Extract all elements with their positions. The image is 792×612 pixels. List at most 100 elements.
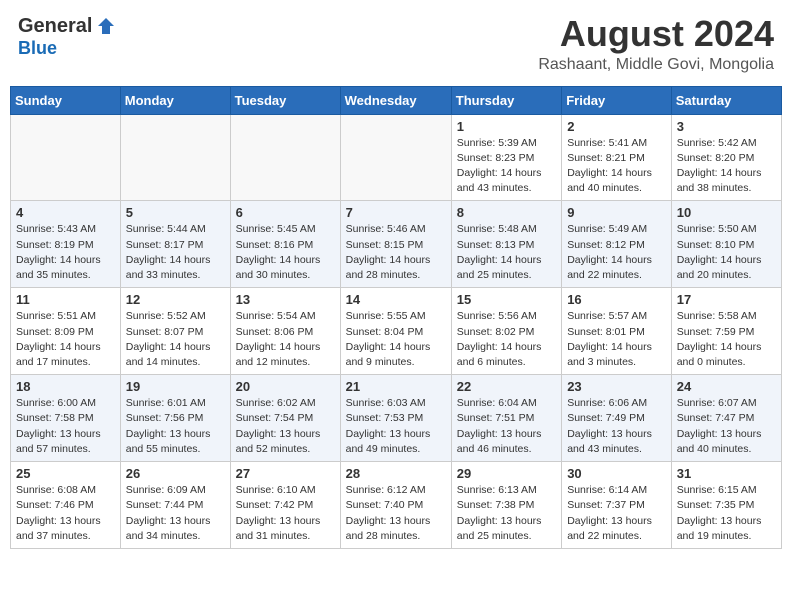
day-info-line: and 57 minutes. (16, 442, 115, 457)
day-info-line: Daylight: 14 hours (16, 253, 115, 268)
day-info-line: and 35 minutes. (16, 268, 115, 283)
day-info-line: and 43 minutes. (457, 181, 556, 196)
day-number: 19 (126, 379, 225, 394)
day-info-line: Daylight: 14 hours (346, 340, 446, 355)
month-title: August 2024 (538, 14, 774, 54)
calendar-week-row: 25Sunrise: 6:08 AMSunset: 7:46 PMDayligh… (11, 462, 782, 549)
day-info-line: and 49 minutes. (346, 442, 446, 457)
day-info-line: and 33 minutes. (126, 268, 225, 283)
day-info-line: Sunrise: 5:57 AM (567, 309, 666, 324)
day-info-line: and 34 minutes. (126, 529, 225, 544)
calendar-cell: 31Sunrise: 6:15 AMSunset: 7:35 PMDayligh… (671, 462, 781, 549)
day-info-line: Daylight: 13 hours (567, 514, 666, 529)
calendar-cell (11, 114, 121, 201)
day-info-line: Sunset: 8:21 PM (567, 151, 666, 166)
day-info-line: Sunset: 8:15 PM (346, 238, 446, 253)
day-number: 11 (16, 292, 115, 307)
calendar-cell: 16Sunrise: 5:57 AMSunset: 8:01 PMDayligh… (562, 288, 672, 375)
calendar-cell: 19Sunrise: 6:01 AMSunset: 7:56 PMDayligh… (120, 375, 230, 462)
day-info-line: and 46 minutes. (457, 442, 556, 457)
day-info-line: Daylight: 13 hours (457, 514, 556, 529)
day-info-line: and 22 minutes. (567, 529, 666, 544)
day-number: 17 (677, 292, 776, 307)
day-info-line: Sunrise: 5:51 AM (16, 309, 115, 324)
calendar-cell: 4Sunrise: 5:43 AMSunset: 8:19 PMDaylight… (11, 201, 121, 288)
day-info-line: Daylight: 13 hours (126, 514, 225, 529)
day-info-line: Sunset: 7:47 PM (677, 411, 776, 426)
calendar-cell: 2Sunrise: 5:41 AMSunset: 8:21 PMDaylight… (562, 114, 672, 201)
day-number: 6 (236, 205, 335, 220)
day-info-line: Daylight: 14 hours (677, 253, 776, 268)
day-info-line: Sunrise: 5:48 AM (457, 222, 556, 237)
day-info-line: Daylight: 14 hours (236, 253, 335, 268)
day-info-line: and 40 minutes. (567, 181, 666, 196)
day-info-line: Daylight: 14 hours (677, 340, 776, 355)
calendar-cell: 13Sunrise: 5:54 AMSunset: 8:06 PMDayligh… (230, 288, 340, 375)
calendar-cell: 25Sunrise: 6:08 AMSunset: 7:46 PMDayligh… (11, 462, 121, 549)
calendar-cell: 8Sunrise: 5:48 AMSunset: 8:13 PMDaylight… (451, 201, 561, 288)
day-info-line: Sunrise: 6:07 AM (677, 396, 776, 411)
day-info-line: and 0 minutes. (677, 355, 776, 370)
calendar-cell: 24Sunrise: 6:07 AMSunset: 7:47 PMDayligh… (671, 375, 781, 462)
calendar-cell: 12Sunrise: 5:52 AMSunset: 8:07 PMDayligh… (120, 288, 230, 375)
day-of-week-header: Monday (120, 86, 230, 114)
calendar-cell: 1Sunrise: 5:39 AMSunset: 8:23 PMDaylight… (451, 114, 561, 201)
day-info-line: Daylight: 13 hours (126, 427, 225, 442)
day-info-line: Sunset: 7:54 PM (236, 411, 335, 426)
calendar-cell: 6 Sunrise: 5:45 AMSunset: 8:16 PMDaylight… (230, 201, 340, 288)
day-info-line: Sunrise: 6:03 AM (346, 396, 446, 411)
location-title: Rashaant, Middle Govi, Mongolia (538, 56, 774, 74)
day-of-week-header: Saturday (671, 86, 781, 114)
day-info-line: Sunset: 7:35 PM (677, 498, 776, 513)
day-of-week-header: Thursday (451, 86, 561, 114)
day-info-line: Daylight: 14 hours (567, 340, 666, 355)
day-number: 8 (457, 205, 556, 220)
day-of-week-header: Tuesday (230, 86, 340, 114)
day-number: 2 (567, 119, 666, 134)
logo-blue-text: Blue (18, 38, 57, 59)
day-info-line: and 30 minutes. (236, 268, 335, 283)
day-info-line: and 9 minutes. (346, 355, 446, 370)
day-info-line: Sunset: 8:19 PM (16, 238, 115, 253)
calendar-cell: 17Sunrise: 5:58 AMSunset: 7:59 PMDayligh… (671, 288, 781, 375)
day-number: 13 (236, 292, 335, 307)
day-info-line: Sunrise: 5:56 AM (457, 309, 556, 324)
day-info-line: and 14 minutes. (126, 355, 225, 370)
day-info-line: Sunset: 7:46 PM (16, 498, 115, 513)
day-number: 5 (126, 205, 225, 220)
day-info-line: Sunrise: 6:02 AM (236, 396, 335, 411)
day-number: 9 (567, 205, 666, 220)
day-number: 10 (677, 205, 776, 220)
day-number: 14 (346, 292, 446, 307)
calendar-cell: 10Sunrise: 5:50 AMSunset: 8:10 PMDayligh… (671, 201, 781, 288)
day-info-line: Sunrise: 5:39 AM (457, 136, 556, 151)
day-info-line: and 12 minutes. (236, 355, 335, 370)
day-number: 18 (16, 379, 115, 394)
day-info-line: Sunrise: 5:44 AM (126, 222, 225, 237)
day-number: 25 (16, 466, 115, 481)
day-info-line: Sunrise: 5:45 AM (236, 222, 335, 237)
calendar-cell (120, 114, 230, 201)
day-info-line: and 37 minutes. (16, 529, 115, 544)
day-number: 21 (346, 379, 446, 394)
day-number: 15 (457, 292, 556, 307)
day-number: 26 (126, 466, 225, 481)
day-info-line: Sunset: 8:01 PM (567, 325, 666, 340)
title-section: August 2024 Rashaant, Middle Govi, Mongo… (538, 14, 774, 74)
day-info-line: and 38 minutes. (677, 181, 776, 196)
day-info-line: and 25 minutes. (457, 268, 556, 283)
day-info-line: and 55 minutes. (126, 442, 225, 457)
calendar-cell (230, 114, 340, 201)
day-info-line: Daylight: 14 hours (346, 253, 446, 268)
day-info-line: Sunset: 8:09 PM (16, 325, 115, 340)
day-info-line: Sunset: 8:16 PM (236, 238, 335, 253)
day-info-line: and 22 minutes. (567, 268, 666, 283)
day-of-week-header: Friday (562, 86, 672, 114)
day-info-line: and 28 minutes. (346, 268, 446, 283)
day-info-line: Sunset: 8:07 PM (126, 325, 225, 340)
day-info-line: Sunrise: 5:50 AM (677, 222, 776, 237)
calendar-cell: 27Sunrise: 6:10 AMSunset: 7:42 PMDayligh… (230, 462, 340, 549)
calendar-header-row: SundayMondayTuesdayWednesdayThursdayFrid… (11, 86, 782, 114)
day-number: 12 (126, 292, 225, 307)
calendar-cell: 15Sunrise: 5:56 AMSunset: 8:02 PMDayligh… (451, 288, 561, 375)
